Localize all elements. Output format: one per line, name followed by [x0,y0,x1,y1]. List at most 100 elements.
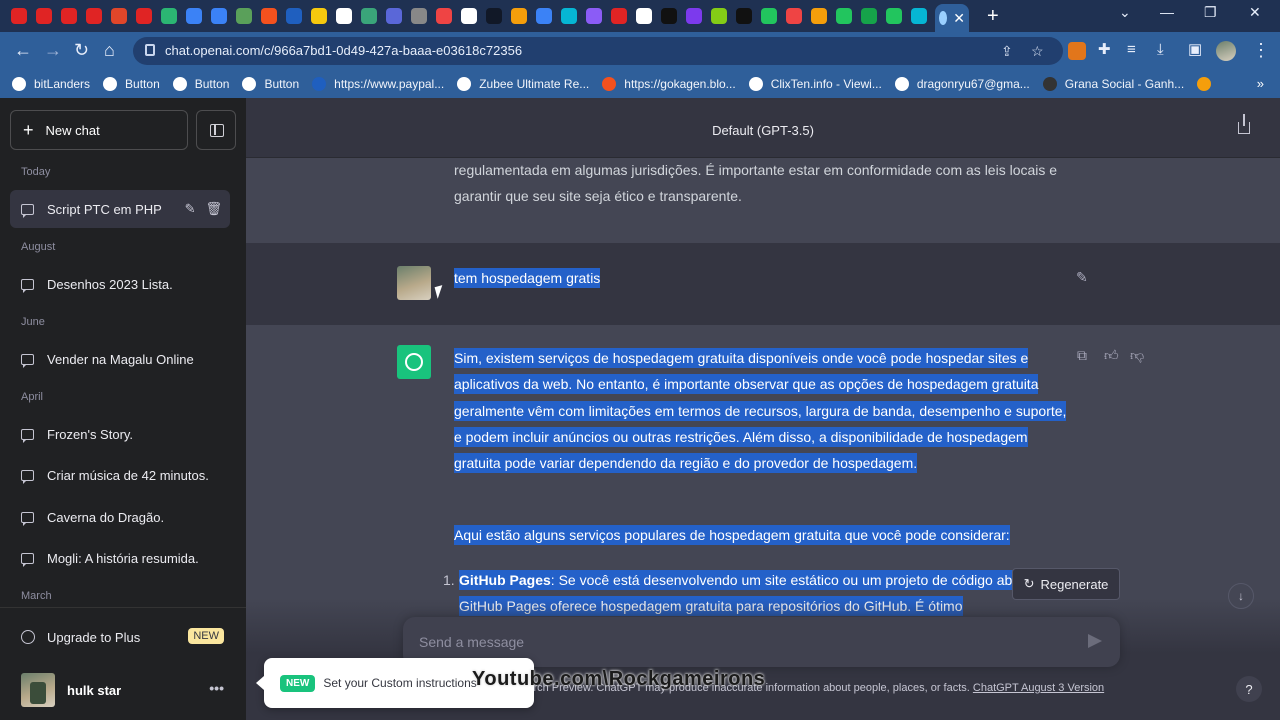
tab-favicon-icon[interactable] [560,8,577,24]
close-tab-icon[interactable]: ✕ [953,10,965,27]
reload-icon[interactable]: ↻ [74,41,89,59]
bookmark-item[interactable]: ClixTen.info - Viewi... [748,77,882,91]
conversation-item[interactable]: Vender na Magalu Online [10,340,230,378]
tab-favicon-icon[interactable] [710,8,727,24]
tab-favicon-icon[interactable] [135,8,152,24]
tab-favicon-icon[interactable] [760,8,777,24]
tab-search-icon[interactable]: ⌄ [1119,4,1131,21]
bookmark-item[interactable]: Button [172,77,229,91]
tab-favicon-icon[interactable] [85,8,102,24]
tab-favicon-icon[interactable] [285,8,302,24]
bookmark-item[interactable]: https://gokagen.blo... [602,77,736,91]
tab-favicon-icon[interactable] [510,8,527,24]
tab-favicon-icon[interactable] [110,8,127,24]
edit-pencil-icon[interactable]: ✎ [185,201,196,217]
more-bookmarks-icon[interactable]: » [1257,76,1264,91]
edit-message-icon[interactable]: ✎ [1076,269,1088,286]
home-icon[interactable]: ⌂ [104,41,115,59]
thumbs-up-icon[interactable]: 👍︎ [1104,347,1119,364]
bookmark-item[interactable]: Zubee Ultimate Re... [457,77,589,91]
tab-favicon-icon[interactable] [610,8,627,24]
menu-kebab-icon[interactable]: ⋮ [1252,41,1270,59]
omnibox[interactable]: chat.openai.com/c/966a7bd1-0d49-427a-baa… [133,37,1063,65]
thumbs-down-icon[interactable]: 👎︎ [1130,347,1144,364]
tab-favicon-icon[interactable] [310,8,327,24]
minimize-icon[interactable]: — [1160,4,1174,20]
extensions-puzzle-icon[interactable]: ✚ [1098,41,1111,59]
tab-favicon-icon[interactable] [410,8,427,24]
share-icon[interactable] [1238,114,1250,134]
bookmark-item[interactable]: bitLanders [12,77,90,91]
tab-favicon-icon[interactable] [460,8,477,24]
tab-favicon-icon[interactable] [660,8,677,24]
conversation-item[interactable]: Script PTC em PHP ✎ 🗑 [10,190,230,228]
tab-favicon-icon[interactable] [860,8,877,24]
tab-favicon-icon[interactable] [685,8,702,24]
tab-favicon-icon[interactable] [785,8,802,24]
conversation-item[interactable]: Desenhos 2023 Lista. [10,265,230,303]
bookmark-favicon-icon [748,77,763,91]
delete-trash-icon[interactable]: 🗑 [205,201,222,217]
tab-favicon-icon[interactable] [535,8,552,24]
bookmark-item[interactable]: Grana Social - Ganh... [1042,77,1184,91]
download-icon[interactable]: ⤓ [1157,41,1164,59]
tab-favicon-icon[interactable] [260,8,277,24]
tab-favicon-icon[interactable] [585,8,602,24]
tab-favicon-icon[interactable] [885,8,902,24]
bookmark-star-icon[interactable]: ☆ [1031,43,1044,60]
forward-icon[interactable]: → [44,41,62,59]
tab-favicon-icon[interactable] [435,8,452,24]
copy-icon[interactable]: ⧉ [1077,347,1087,364]
new-chat-button[interactable]: + New chat [10,110,188,150]
metamask-extension-icon[interactable] [1068,42,1086,60]
tab-favicon-icon[interactable] [235,8,252,24]
version-link[interactable]: ChatGPT August 3 Version [973,682,1104,694]
tab-favicon-icon[interactable] [360,8,377,24]
tab-favicon-icon[interactable] [910,8,927,24]
tab-favicon-icon[interactable] [185,8,202,24]
sidebar-toggle-button[interactable] [196,110,236,150]
message-input[interactable] [417,629,1057,655]
conversation-title: Frozen's Story. [47,426,134,442]
tab-favicon-icon[interactable] [810,8,827,24]
conversation-item[interactable]: Frozen's Story. [10,415,230,453]
new-tab-button[interactable]: + [987,5,999,28]
upgrade-to-plus-button[interactable]: Upgrade to Plus NEW [10,618,230,656]
tab-favicon-icon[interactable] [385,8,402,24]
tab-favicon-icon[interactable] [735,8,752,24]
regenerate-label: Regenerate [1040,576,1109,592]
user-profile-button[interactable]: hulk star ••• [10,670,230,710]
conversation-item[interactable]: Criar música de 42 minutos. [10,456,230,494]
close-window-icon[interactable]: ✕ [1249,4,1261,21]
tab-favicon-icon[interactable] [635,8,652,24]
conversation-item[interactable]: Caverna do Dragão. [10,498,230,536]
scroll-to-bottom-button[interactable]: ↓ [1228,583,1254,609]
url-text[interactable]: chat.openai.com/c/966a7bd1-0d49-427a-baa… [165,43,522,58]
tab-favicon-icon[interactable] [10,8,27,24]
restore-icon[interactable]: ❐ [1204,4,1217,21]
regenerate-button[interactable]: ↻ Regenerate [1012,568,1120,600]
bookmark-item[interactable] [1197,77,1219,91]
reading-list-icon[interactable]: ≡ [1127,41,1136,59]
tab-favicon-icon[interactable] [160,8,177,24]
tab-favicon-icon[interactable] [485,8,502,24]
profile-avatar-icon[interactable] [1216,41,1236,61]
share-page-icon[interactable]: ⇪ [1001,43,1013,60]
bookmark-item[interactable]: Button [242,77,299,91]
tab-favicon-icon[interactable] [335,8,352,24]
send-icon[interactable] [1088,634,1102,648]
more-options-icon[interactable]: ••• [209,680,224,696]
bookmark-item[interactable]: https://www.paypal... [312,77,444,91]
side-panel-icon[interactable]: ▣ [1188,41,1202,59]
tab-favicon-icon[interactable] [35,8,52,24]
back-icon[interactable]: ← [14,41,32,59]
conversation-item[interactable]: Mogli: A história resumida. [10,539,230,577]
tab-favicon-icon[interactable] [835,8,852,24]
assistant-paragraph-1-text: Sim, existem serviços de hospedagem grat… [454,348,1067,474]
tab-favicon-icon[interactable] [60,8,77,24]
bookmark-item[interactable]: dragonryu67@gma... [894,77,1030,91]
help-button[interactable]: ? [1236,676,1262,702]
bookmark-item[interactable]: Button [103,77,160,91]
active-tab[interactable]: ✕ [935,4,969,32]
tab-favicon-icon[interactable] [210,8,227,24]
